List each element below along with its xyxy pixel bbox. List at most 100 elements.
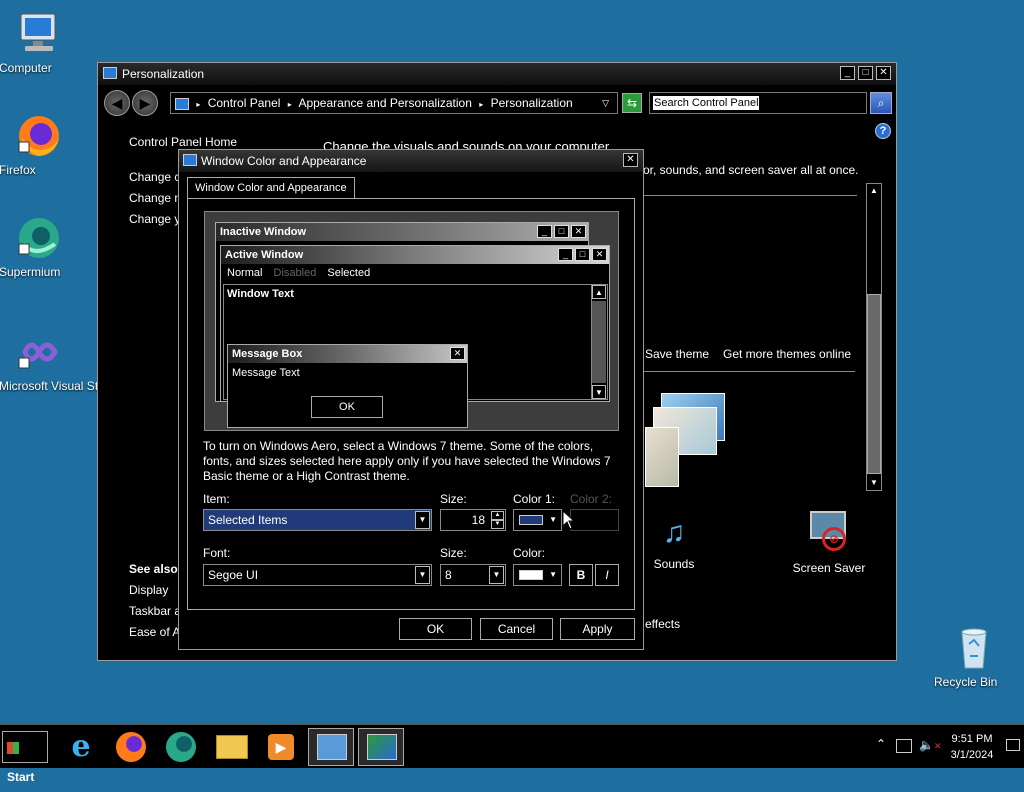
apply-button[interactable]: Apply [560, 618, 635, 640]
desktop-icon-firefox[interactable]: Firefox [0, 112, 79, 177]
sounds-label: Sounds [653, 557, 695, 571]
clock-date[interactable]: 3/1/2024 [942, 749, 1002, 761]
font-color-label: Color: [513, 546, 546, 560]
scroll-thumb[interactable] [867, 294, 881, 474]
breadcrumb-personalization[interactable]: Personalization [491, 96, 573, 110]
taskbar-personalization[interactable] [358, 728, 404, 766]
volume-muted-icon[interactable]: 🔈✕ [919, 738, 942, 752]
sounds-item[interactable]: ♫ Sounds [636, 509, 712, 571]
taskbar-control-panel[interactable] [308, 728, 354, 766]
dialog-titlebar[interactable]: Window Color and Appearance ✕ [179, 150, 643, 172]
taskbar-media-player[interactable]: ▶ [258, 728, 304, 766]
tab-window-color[interactable]: Window Color and Appearance [187, 177, 355, 199]
font-size-label: Size: [440, 546, 467, 560]
taskbar-supermium[interactable] [158, 728, 204, 766]
item-size-spinner[interactable]: 18 ▲ ▼ [440, 509, 506, 531]
network-icon[interactable] [896, 739, 912, 753]
taskbar-firefox[interactable] [108, 728, 154, 766]
active-window-buttons: _ □ ✕ [556, 248, 607, 262]
desktop-icon-label: Supermium [0, 265, 61, 279]
theme-thumbnail[interactable] [645, 393, 733, 489]
nav-link-2[interactable]: Change m [129, 191, 184, 205]
desktop-icon-label: Firefox [0, 163, 36, 177]
chevron-down-icon: ▼ [549, 515, 557, 524]
scroll-up-arrow[interactable]: ▲ [867, 184, 881, 198]
breadcrumb-control-panel[interactable]: Control Panel [208, 96, 281, 110]
scroll-down-arrow[interactable]: ▼ [867, 476, 881, 490]
close-icon: ✕ [571, 225, 586, 238]
color2-picker [570, 509, 619, 531]
get-more-themes-link[interactable]: Get more themes online [723, 347, 851, 361]
screen-saver-label: Screen Saver [792, 561, 866, 575]
ok-button[interactable]: OK [399, 618, 472, 640]
message-box-title: Message Box [228, 345, 467, 363]
desktop-icon-recycle-bin[interactable]: Recycle Bin [934, 624, 1014, 689]
nav-link-1[interactable]: Change c [129, 170, 180, 184]
see-also-taskbar[interactable]: Taskbar a [129, 604, 181, 618]
control-panel-small-icon [175, 97, 189, 110]
taskbar-file-explorer[interactable] [208, 728, 254, 766]
see-also-display[interactable]: Display [129, 583, 168, 597]
font-size-value: 8 [445, 568, 452, 582]
item-dropdown[interactable]: Selected Items ▼ [203, 509, 432, 531]
desktop-icon-visual-studio[interactable]: Microsoft Visual Stud... [0, 328, 122, 393]
preview-message-box[interactable]: Message Box ✕ Message Text OK [227, 344, 468, 428]
desktop-icon-computer[interactable]: Computer [0, 10, 79, 75]
chevron-down-icon[interactable]: ▼ [415, 566, 430, 584]
maximize-icon: □ [554, 225, 569, 238]
visual-studio-icon [15, 328, 63, 376]
personalization-icon [367, 734, 397, 760]
clock-time[interactable]: 9:51 PM [942, 733, 1002, 745]
dialog-close-button[interactable]: ✕ [623, 153, 638, 167]
close-icon: ✕ [592, 248, 607, 261]
firefox-icon [15, 112, 63, 160]
chevron-down-icon[interactable]: ▼ [489, 566, 504, 584]
chevron-down-icon[interactable]: ▽ [602, 93, 609, 113]
back-button[interactable]: ◀ [104, 90, 130, 116]
minimize-button[interactable]: _ [840, 66, 855, 80]
breadcrumb[interactable]: ▸ Control Panel ▸ Appearance and Persona… [170, 92, 618, 114]
cancel-button[interactable]: Cancel [480, 618, 553, 640]
divider [643, 195, 857, 196]
search-input[interactable] [653, 96, 759, 110]
save-theme-link[interactable]: Save theme [645, 347, 709, 361]
nav-link-3[interactable]: Change y [129, 212, 180, 226]
font-dropdown[interactable]: Segoe UI ▼ [203, 564, 432, 586]
effects-link[interactable]: effects [645, 617, 680, 631]
supermium-icon [166, 732, 196, 762]
show-hidden-icons-chevron[interactable]: ⌃ [876, 737, 886, 751]
control-panel-home-link[interactable]: Control Panel Home [129, 135, 237, 149]
forward-button[interactable]: ▶ [132, 90, 158, 116]
desktop-icon-supermium[interactable]: Supermium [0, 214, 79, 279]
aero-info-text: To turn on Windows Aero, select a Window… [203, 439, 611, 483]
window-titlebar[interactable]: Personalization _ □ ✕ [98, 63, 896, 85]
search-box[interactable] [649, 92, 867, 114]
spin-down-icon[interactable]: ▼ [491, 520, 504, 529]
spin-up-icon[interactable]: ▲ [491, 511, 504, 520]
italic-button[interactable]: I [595, 564, 619, 586]
color2-label: Color 2: [570, 492, 613, 506]
mouse-cursor-icon [562, 509, 576, 533]
appearance-preview[interactable]: Inactive Window _ □ ✕ Active Window _ □ ✕ No… [204, 211, 619, 431]
font-size-dropdown[interactable]: 8 ▼ [440, 564, 506, 586]
taskbar-internet-explorer[interactable]: e [58, 728, 104, 766]
see-also-ease[interactable]: Ease of A [129, 625, 180, 639]
color1-label: Color 1: [513, 492, 556, 506]
refresh-button[interactable]: ⇆ [622, 93, 642, 113]
font-color-picker[interactable]: ▼ [513, 564, 562, 586]
start-button[interactable]: Start [2, 731, 48, 784]
screen-saver-item[interactable]: ⊘ Screen Saver [774, 509, 884, 575]
close-button[interactable]: ✕ [876, 66, 891, 80]
bold-button[interactable]: B [569, 564, 593, 586]
maximize-button[interactable]: □ [858, 66, 873, 80]
search-icon[interactable]: ⌕ [870, 92, 892, 114]
breadcrumb-appearance[interactable]: Appearance and Personalization [298, 96, 471, 110]
content-scrollbar[interactable]: ▲ ▼ [866, 183, 882, 491]
color1-picker[interactable]: ▼ [513, 509, 562, 531]
taskbar: Start e ▶ ⌃ 🔈✕ 9:51 PM 3/1/2024 [0, 724, 1024, 784]
help-icon[interactable]: ? [875, 123, 891, 139]
screen-saver-icon: ⊘ [808, 509, 850, 553]
control-panel-icon [317, 734, 347, 760]
show-desktop-button[interactable] [1006, 739, 1020, 751]
chevron-down-icon[interactable]: ▼ [415, 511, 430, 529]
